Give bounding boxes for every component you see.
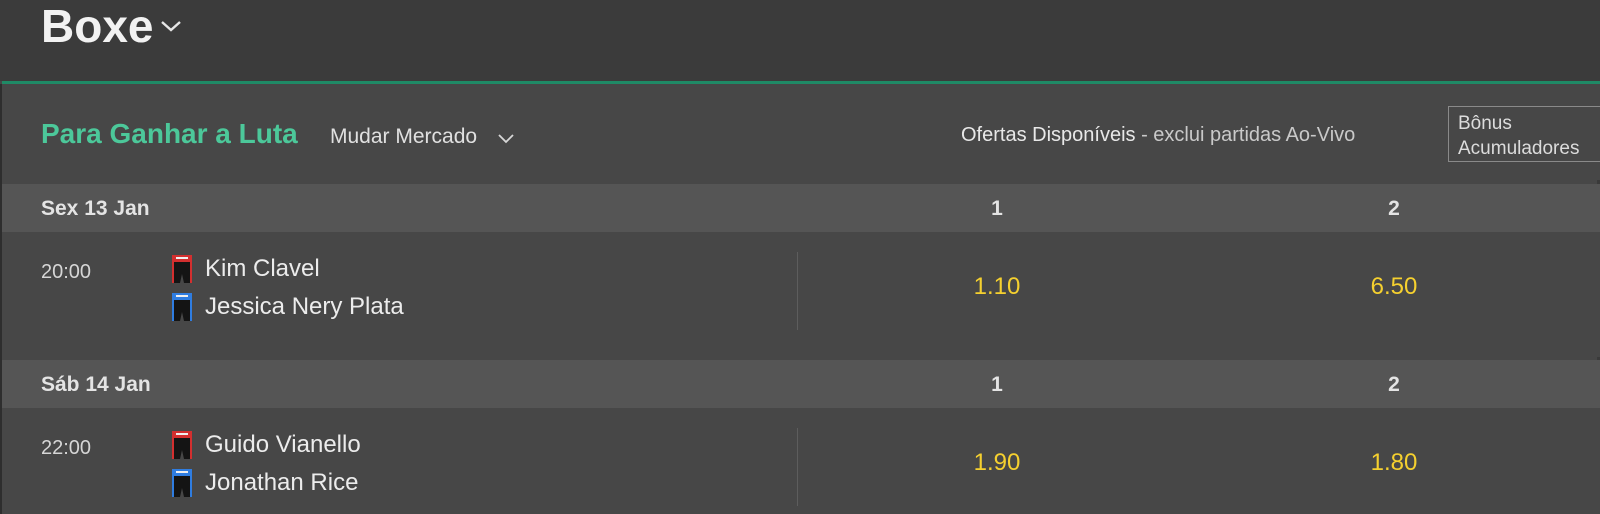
fighter-name: Jessica Nery Plata	[205, 293, 404, 320]
fighter-red-corner[interactable]: Guido Vianello	[171, 430, 361, 460]
column-header-2: 2	[1388, 197, 1400, 220]
fighter-name: Jonathan Rice	[205, 469, 359, 496]
fighter-red-corner[interactable]: Kim Clavel	[171, 254, 320, 284]
bonus-line-1: Bônus	[1458, 113, 1512, 134]
offers-available-label: Ofertas Disponíveis - exclui partidas Ao…	[961, 122, 1355, 148]
bonus-accumulators-button[interactable]: Bônus Acumuladores	[1448, 106, 1600, 162]
fighter-blue-corner[interactable]: Jonathan Rice	[171, 468, 358, 498]
event-row[interactable]: 20:00 Kim Clavel Jessica Nery Plata 1.10…	[2, 232, 1600, 357]
date-header-row: Sex 13 Jan 1 2	[2, 184, 1600, 232]
odds-button-1[interactable]: 1.10	[937, 272, 1057, 302]
column-header-1: 1	[991, 197, 1003, 220]
sport-header	[0, 0, 1600, 81]
offers-note: - exclui partidas Ao-Vivo	[1141, 124, 1356, 146]
column-divider	[797, 252, 798, 330]
fighter-name: Guido Vianello	[205, 431, 361, 458]
odds-button-2[interactable]: 6.50	[1334, 272, 1454, 302]
event-row[interactable]: 22:00 Guido Vianello Jonathan Rice 1.90 …	[2, 408, 1600, 514]
event-time: 22:00	[41, 437, 92, 459]
market-title: Para Ganhar a Luta	[41, 118, 298, 149]
column-header-2: 2	[1388, 373, 1400, 396]
odds-button-1[interactable]: 1.90	[937, 448, 1057, 478]
chevron-down-icon[interactable]	[497, 132, 515, 146]
blue-trunks-icon	[172, 293, 192, 321]
red-trunks-icon	[172, 255, 192, 283]
bonus-line-2: Acumuladores	[1458, 138, 1580, 159]
sport-title[interactable]: Boxe	[41, 0, 153, 52]
date-label: Sex 13 Jan	[41, 197, 150, 220]
offers-label: Ofertas Disponíveis	[961, 124, 1136, 146]
date-label: Sáb 14 Jan	[41, 373, 151, 396]
fighter-blue-corner[interactable]: Jessica Nery Plata	[171, 292, 404, 322]
blue-trunks-icon	[172, 469, 192, 497]
date-header-row: Sáb 14 Jan 1 2	[2, 360, 1600, 408]
chevron-down-icon[interactable]	[160, 18, 182, 34]
column-header-1: 1	[991, 373, 1003, 396]
odds-button-2[interactable]: 1.80	[1334, 448, 1454, 478]
red-trunks-icon	[172, 431, 192, 459]
change-market-button[interactable]: Mudar Mercado	[330, 124, 477, 150]
column-divider	[797, 428, 798, 506]
event-time: 20:00	[41, 261, 92, 283]
fighter-name: Kim Clavel	[205, 255, 320, 282]
